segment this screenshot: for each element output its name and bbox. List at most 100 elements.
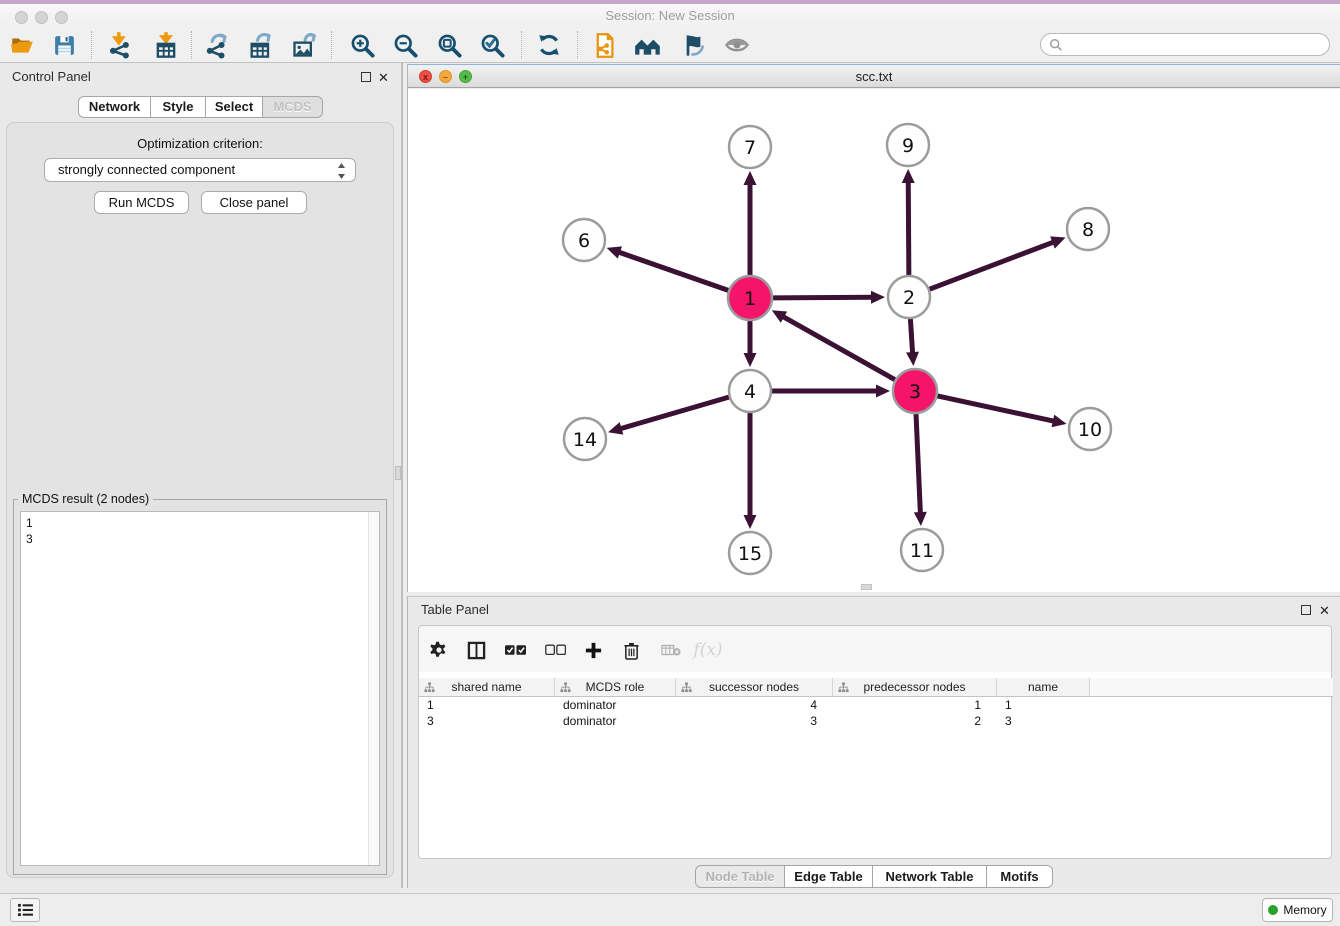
- graph-edge-2-8[interactable]: [930, 236, 1066, 289]
- horizontal-splitter-handle[interactable]: [861, 584, 872, 590]
- tab-motifs[interactable]: Motifs: [987, 865, 1053, 888]
- save-session-button[interactable]: [47, 28, 81, 62]
- import-network-button[interactable]: [103, 28, 137, 62]
- mcds-result-text[interactable]: 1 3: [20, 511, 380, 866]
- graph-edge-3-11[interactable]: [914, 414, 927, 526]
- column-type-icon: [681, 682, 692, 693]
- open-session-button[interactable]: [5, 28, 39, 62]
- graph-edge-3-10[interactable]: [937, 396, 1066, 427]
- flag-swoosh-button[interactable]: [675, 28, 709, 62]
- graph-edge-2-3[interactable]: [906, 319, 919, 366]
- graph-edge-1-2[interactable]: [773, 291, 885, 304]
- column-header-successor-nodes[interactable]: successor nodes: [676, 678, 833, 697]
- tab-select[interactable]: Select: [206, 96, 263, 118]
- graph-edge-2-9[interactable]: [902, 169, 915, 275]
- column-header-MCDS-role[interactable]: MCDS role: [555, 678, 676, 697]
- refresh-button[interactable]: [532, 28, 566, 62]
- graph-edge-1-7[interactable]: [744, 171, 757, 275]
- search-field[interactable]: [1040, 33, 1330, 56]
- column-header-predecessor-nodes[interactable]: predecessor nodes: [833, 678, 997, 697]
- graph-edge-1-6[interactable]: [607, 246, 729, 290]
- delete-column-button[interactable]: [617, 636, 645, 664]
- mcds-result-fieldset: MCDS result (2 nodes) 1 3: [13, 492, 387, 875]
- table-row[interactable]: 3dominator323: [419, 713, 1090, 729]
- graph-node-8[interactable]: 8: [1067, 208, 1109, 250]
- tab-style[interactable]: Style: [151, 96, 206, 118]
- tab-mcds[interactable]: MCDS: [263, 96, 323, 118]
- graph-edge-4-14[interactable]: [608, 397, 729, 434]
- function-builder-button[interactable]: f(x): [691, 636, 725, 664]
- toolbar-separator: [191, 31, 192, 59]
- column-header-shared-name[interactable]: shared name: [419, 678, 555, 697]
- graph-node-9[interactable]: 9: [887, 124, 929, 166]
- create-column-button[interactable]: [579, 636, 607, 664]
- table-cell[interactable]: 1: [833, 697, 997, 713]
- table-toolbar: f(x): [419, 626, 1331, 672]
- graph-edge-3-1[interactable]: [772, 310, 895, 379]
- open-folder-icon: [9, 32, 35, 58]
- search-input[interactable]: [1063, 34, 1329, 55]
- table-cell[interactable]: 3: [419, 713, 555, 729]
- select-all-button[interactable]: [501, 636, 529, 664]
- table-cell[interactable]: dominator: [555, 713, 676, 729]
- close-panel-icon[interactable]: ✕: [378, 72, 389, 84]
- optimization-criterion-select[interactable]: strongly connected component: [44, 158, 356, 182]
- table-cell[interactable]: 2: [833, 713, 997, 729]
- import-table-button[interactable]: [149, 28, 183, 62]
- mcds-result-title: MCDS result (2 nodes): [18, 492, 153, 506]
- graph-node-3[interactable]: 3: [893, 369, 937, 413]
- graph-node-1[interactable]: 1: [728, 276, 772, 320]
- close-table-panel-icon[interactable]: ✕: [1319, 605, 1330, 617]
- table-cell[interactable]: 4: [676, 697, 833, 713]
- delete-table-button[interactable]: [657, 636, 685, 664]
- table-cell[interactable]: 1: [997, 697, 1090, 713]
- memory-button[interactable]: Memory: [1262, 898, 1333, 922]
- graph-node-4[interactable]: 4: [729, 370, 771, 412]
- column-header-name[interactable]: name: [997, 678, 1090, 697]
- table-cell[interactable]: 3: [997, 713, 1090, 729]
- float-panel-icon[interactable]: [361, 72, 371, 82]
- tab-node-table[interactable]: Node Table: [695, 865, 785, 888]
- float-table-panel-icon[interactable]: [1301, 605, 1311, 615]
- graph-edge-4-3[interactable]: [772, 385, 890, 398]
- graph-node-2[interactable]: 2: [888, 276, 930, 318]
- export-network-button[interactable]: [201, 28, 235, 62]
- network-canvas[interactable]: 7 9 6 8 1 2 4 3 14 10 15 11: [408, 89, 1340, 592]
- graph-node-10[interactable]: 10: [1069, 408, 1111, 450]
- table-cell[interactable]: 1: [419, 697, 555, 713]
- zoom-fit-button[interactable]: [432, 28, 466, 62]
- graph-edge-1-4[interactable]: [744, 321, 757, 367]
- graph-node-7[interactable]: 7: [729, 126, 771, 168]
- zoom-in-button[interactable]: [345, 28, 379, 62]
- graph-node-label: 8: [1082, 219, 1094, 241]
- task-history-button[interactable]: [10, 898, 40, 922]
- graph-node-14[interactable]: 14: [564, 418, 606, 460]
- graph-node-15[interactable]: 15: [729, 532, 771, 574]
- graph-node-6[interactable]: 6: [563, 219, 605, 261]
- export-table-button[interactable]: [244, 28, 278, 62]
- table-cell[interactable]: dominator: [555, 697, 676, 713]
- home-apps-button[interactable]: [631, 28, 665, 62]
- graph-edge-4-15[interactable]: [744, 413, 757, 529]
- zoom-selected-button[interactable]: [475, 28, 509, 62]
- control-panel: Control Panel ✕ Network Style Select MCD…: [0, 63, 400, 893]
- vertical-splitter-handle[interactable]: [395, 466, 401, 480]
- column-layout-button[interactable]: [462, 636, 490, 664]
- vertical-splitter[interactable]: [401, 63, 403, 888]
- tab-edge-table[interactable]: Edge Table: [785, 865, 873, 888]
- tab-network[interactable]: Network: [78, 96, 151, 118]
- run-mcds-button[interactable]: Run MCDS: [94, 191, 189, 214]
- zoom-out-button[interactable]: [388, 28, 422, 62]
- network-from-selection-button[interactable]: [587, 28, 621, 62]
- deselect-all-button[interactable]: [541, 636, 569, 664]
- result-scrollbar[interactable]: [368, 512, 379, 865]
- table-header-row: shared nameMCDS rolesuccessor nodesprede…: [419, 678, 1090, 697]
- export-image-button[interactable]: [288, 28, 322, 62]
- close-panel-button[interactable]: Close panel: [201, 191, 307, 214]
- eye-button[interactable]: [720, 28, 754, 62]
- table-settings-button[interactable]: [425, 636, 453, 664]
- table-row[interactable]: 1dominator411: [419, 697, 1090, 713]
- table-cell[interactable]: 3: [676, 713, 833, 729]
- tab-network-table[interactable]: Network Table: [873, 865, 987, 888]
- graph-node-11[interactable]: 11: [901, 529, 943, 571]
